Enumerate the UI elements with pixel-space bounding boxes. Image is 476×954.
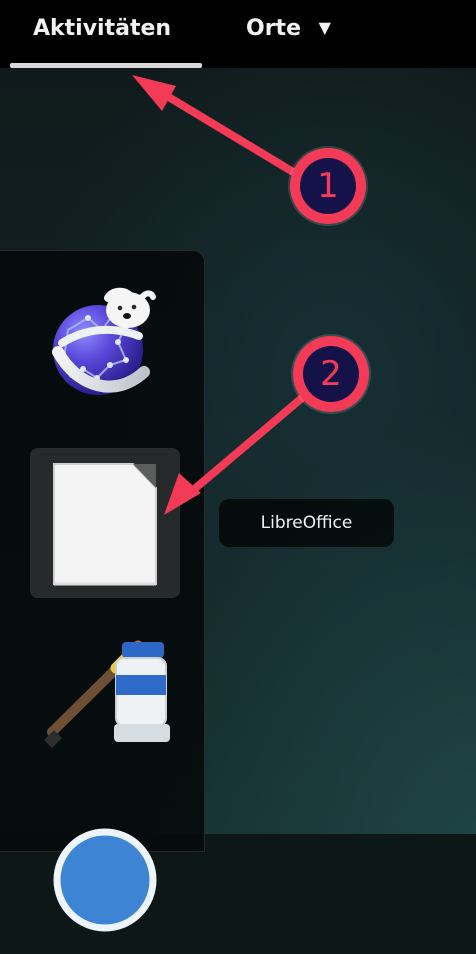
annotation-number-1: 1 [300, 158, 356, 214]
top-bar: Aktivitäten Orte ▼ [0, 0, 476, 68]
annotation-number-2: 2 [303, 346, 359, 402]
paint-app[interactable] [30, 620, 180, 770]
libreoffice-icon [53, 463, 157, 586]
kde-globe-app[interactable] [30, 280, 180, 430]
paint-brush-icon [44, 640, 170, 748]
places-menu[interactable]: Orte ▼ [246, 12, 331, 47]
annotation-badge-2: 2 [293, 336, 369, 412]
tooltip-label: LibreOffice [260, 513, 353, 533]
annotation-badge-1: 1 [290, 148, 366, 224]
libreoffice-app[interactable] [30, 448, 180, 598]
activities-label: Aktivitäten [33, 16, 172, 41]
app-tooltip: LibreOffice [219, 499, 394, 547]
chevron-down-icon: ▼ [318, 18, 331, 37]
partial-app[interactable] [30, 800, 180, 950]
globe-app-icon [53, 828, 157, 932]
kde-globe-icon [52, 287, 156, 395]
places-label: Orte [246, 16, 301, 41]
activities-button[interactable]: Aktivitäten [33, 12, 171, 46]
